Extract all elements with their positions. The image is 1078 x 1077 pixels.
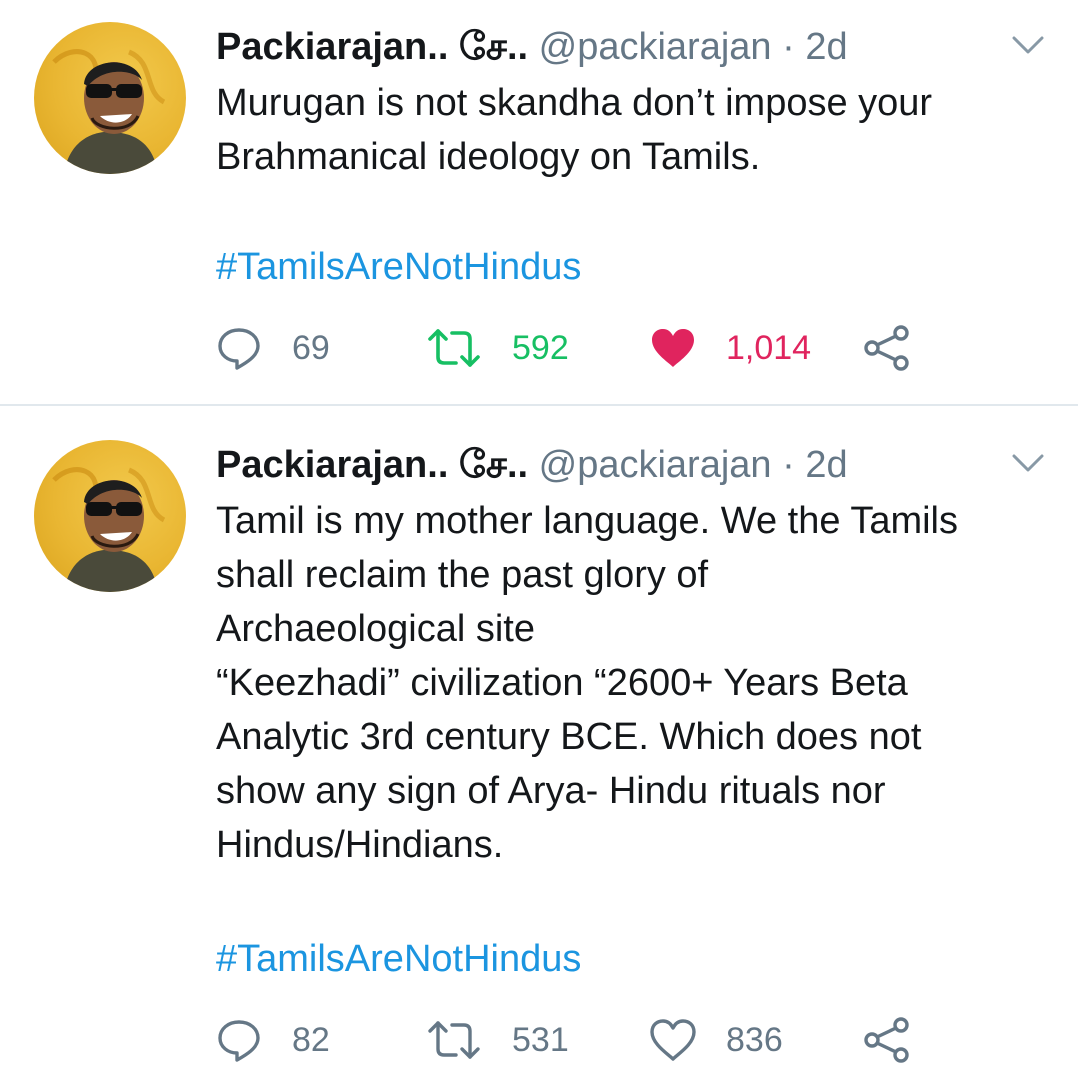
tweet-text: Tamil is my mother language. We the Tami… bbox=[216, 500, 959, 866]
avatar-portrait bbox=[52, 467, 166, 592]
display-name[interactable]: Packiarajan.. சே.. bbox=[216, 26, 528, 68]
reply-button[interactable]: 82 bbox=[216, 1010, 330, 1070]
heart-icon bbox=[650, 1019, 696, 1061]
retweet-button[interactable]: 592 bbox=[426, 318, 569, 378]
user-handle[interactable]: @packiarajan bbox=[539, 444, 772, 486]
reply-icon bbox=[218, 328, 260, 370]
retweet-icon bbox=[428, 329, 480, 367]
tweet-actions: 82 531 836 bbox=[0, 1010, 1078, 1070]
share-icon bbox=[864, 325, 909, 371]
chevron-down-icon[interactable] bbox=[1006, 448, 1050, 478]
tweet-header: Packiarajan.. சே.. @packiarajan · 2d bbox=[216, 24, 848, 70]
reply-count: 82 bbox=[292, 1020, 330, 1059]
user-handle[interactable]: @packiarajan bbox=[539, 26, 772, 68]
share-button[interactable] bbox=[862, 318, 912, 378]
like-button[interactable]: 1,014 bbox=[650, 318, 811, 378]
heart-icon bbox=[652, 329, 694, 367]
reply-count: 69 bbox=[292, 328, 330, 367]
share-button[interactable] bbox=[862, 1010, 912, 1070]
avatar-portrait bbox=[52, 49, 166, 174]
tweet-text: Murugan is not skandha don’t impose your… bbox=[216, 82, 933, 178]
chevron-down-icon[interactable] bbox=[1006, 30, 1050, 60]
retweet-count: 531 bbox=[512, 1020, 569, 1059]
separator-dot: · bbox=[782, 444, 795, 486]
display-name[interactable]: Packiarajan.. சே.. bbox=[216, 444, 528, 486]
timestamp[interactable]: 2d bbox=[805, 26, 847, 68]
tweet[interactable]: Packiarajan.. சே.. @packiarajan · 2d Tam… bbox=[0, 406, 1078, 1077]
timestamp[interactable]: 2d bbox=[805, 444, 847, 486]
like-count: 836 bbox=[726, 1020, 783, 1059]
avatar[interactable] bbox=[34, 22, 186, 174]
separator-dot: · bbox=[782, 26, 795, 68]
tweet-header: Packiarajan.. சே.. @packiarajan · 2d bbox=[216, 442, 848, 488]
retweet-count: 592 bbox=[512, 328, 569, 367]
tweet-actions: 69 592 1,014 bbox=[0, 318, 1078, 378]
like-count: 1,014 bbox=[726, 328, 812, 367]
tweet[interactable]: Packiarajan.. சே.. @packiarajan · 2d Mur… bbox=[0, 0, 1078, 404]
reply-button[interactable]: 69 bbox=[216, 318, 330, 378]
hashtag-link[interactable]: #TamilsAreNotHindus bbox=[216, 240, 581, 294]
hashtag-link[interactable]: #TamilsAreNotHindus bbox=[216, 932, 581, 986]
reply-icon bbox=[218, 1020, 260, 1062]
retweet-button[interactable]: 531 bbox=[426, 1010, 569, 1070]
share-icon bbox=[864, 1017, 909, 1063]
avatar[interactable] bbox=[34, 440, 186, 592]
like-button[interactable]: 836 bbox=[650, 1010, 783, 1070]
retweet-icon bbox=[428, 1021, 480, 1059]
